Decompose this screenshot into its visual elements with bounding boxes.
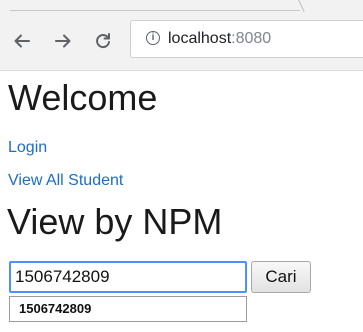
forward-button[interactable] [52, 30, 74, 52]
npm-input[interactable] [9, 261, 247, 293]
login-link[interactable]: Login [8, 139, 47, 157]
reload-icon [94, 32, 112, 50]
autocomplete-dropdown: 1506742809 [9, 296, 247, 322]
view-by-npm-heading: View by NPM [7, 201, 223, 242]
back-button[interactable] [11, 30, 33, 52]
address-bar[interactable]: i localhost:8080 [130, 20, 363, 58]
tab-outline [10, 0, 300, 11]
autocomplete-suggestion[interactable]: 1506742809 [19, 301, 91, 316]
arrow-left-icon [13, 32, 31, 50]
cari-button[interactable]: Cari [251, 261, 311, 293]
reload-button[interactable] [92, 30, 114, 52]
browser-toolbar: i localhost:8080 [0, 12, 363, 71]
url-host: localhost [168, 30, 232, 47]
url-port: :8080 [231, 30, 272, 47]
page-title: Welcome [8, 77, 158, 118]
url-text[interactable]: localhost:8080 [168, 30, 271, 48]
tab-strip [0, 0, 363, 12]
view-all-student-link[interactable]: View All Student [8, 172, 123, 190]
info-icon[interactable]: i [146, 31, 160, 45]
arrow-right-icon [54, 32, 72, 50]
